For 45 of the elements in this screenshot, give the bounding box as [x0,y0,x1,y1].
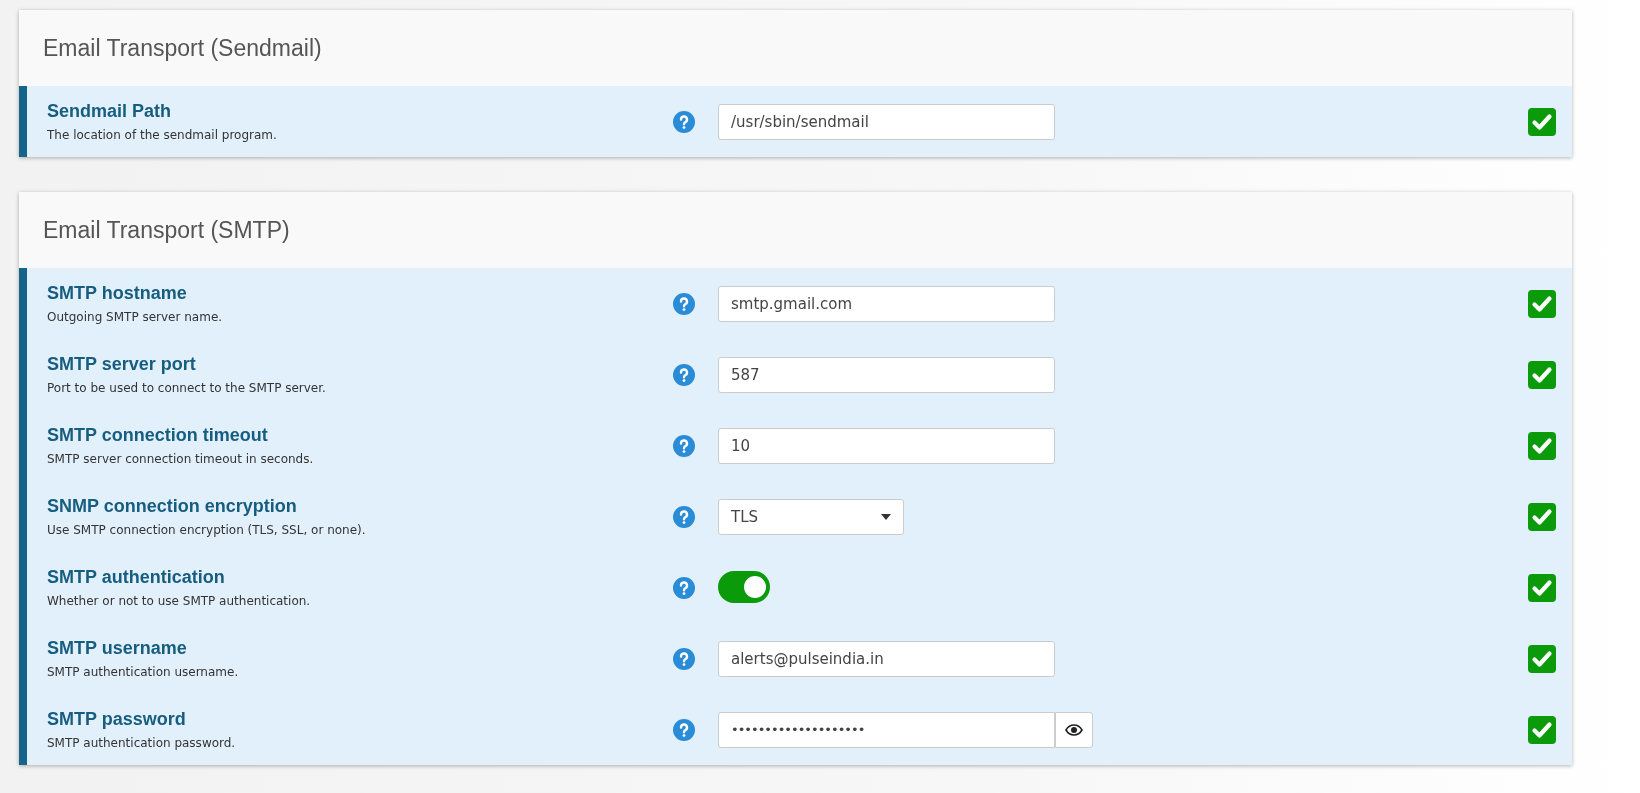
password-field[interactable]: •••••••••••••••••••• [718,711,1055,748]
setting-label: SMTP server port [47,354,197,375]
setting-label: SNMP connection encryption [47,496,298,517]
help-icon[interactable] [673,292,695,315]
setting-label: SMTP connection timeout [47,425,269,446]
setting-description: SMTP authentication username. [47,665,240,679]
setting-description: Use SMTP connection encryption (TLS, SSL, or none). [47,523,367,537]
help-icon[interactable] [673,505,695,528]
setting-description: Whether or not to use SMTP authentication. [47,594,312,608]
setting-label: SMTP password [47,709,187,730]
setting-label: Sendmail Path [47,101,173,122]
checkbox[interactable] [1527,714,1557,745]
help-icon[interactable] [673,110,695,133]
help-icon[interactable] [673,434,695,457]
checkbox[interactable] [1527,430,1557,461]
help-icon[interactable] [673,718,695,741]
setting-description: SMTP server connection timeout in seconds. [47,452,315,466]
checkbox[interactable] [1527,501,1557,532]
checkbox[interactable] [1527,288,1557,319]
setting-label: SMTP hostname [47,283,188,304]
text-field[interactable]: /usr/sbin/sendmail [718,103,1055,140]
setting-description: Outgoing SMTP server name. [47,310,224,324]
caret-icon [881,513,891,520]
setting-description: SMTP authentication password. [47,736,237,750]
eye-icon [1065,723,1083,736]
text-field[interactable]: 587 [718,356,1055,393]
panel-title: Email Transport (Sendmail) [43,34,322,62]
setting-description: Port to be used to connect to the SMTP server. [47,381,327,395]
help-icon[interactable] [673,647,695,670]
help-icon[interactable] [673,363,695,386]
text-field[interactable]: 10 [718,427,1055,464]
checkbox[interactable] [1527,359,1557,390]
setting-description: The location of the sendmail program. [47,128,278,142]
text-field[interactable]: alerts@pulseindia.in [718,640,1055,677]
checkbox[interactable] [1527,572,1557,603]
panel-title: Email Transport (SMTP) [43,216,290,244]
setting-label: SMTP authentication [47,567,226,588]
show-password-button[interactable] [1055,711,1093,748]
dropdown[interactable]: TLS [718,498,904,535]
setting-label: SMTP username [47,638,188,659]
toggle-switch[interactable] [718,571,770,603]
checkbox[interactable] [1527,643,1557,674]
help-icon[interactable] [673,576,695,599]
checkbox[interactable] [1527,106,1557,137]
text-field[interactable]: smtp.gmail.com [718,285,1055,322]
